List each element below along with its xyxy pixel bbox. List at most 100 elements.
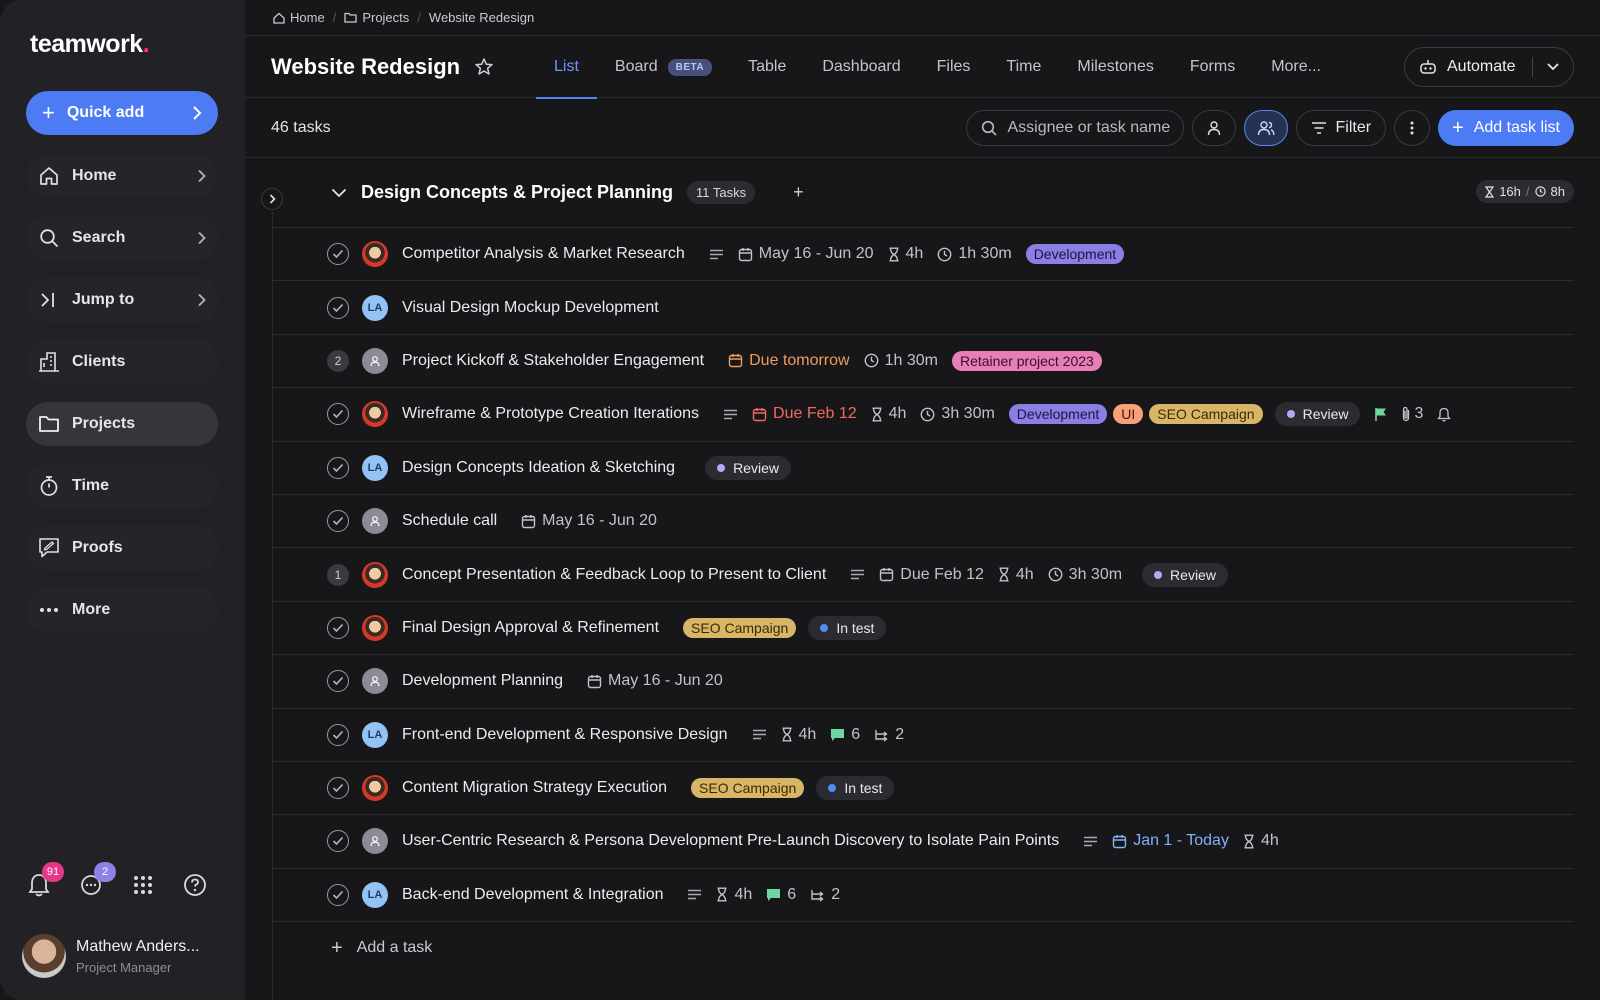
sidebar-item-projects[interactable]: Projects	[26, 402, 218, 446]
task-date[interactable]: May 16 - Jun 20	[587, 672, 723, 690]
tab-table[interactable]: Table	[730, 36, 804, 98]
search-input[interactable]	[1007, 119, 1178, 137]
tab-forms[interactable]: Forms	[1172, 36, 1253, 98]
notifications-button[interactable]: 91	[26, 862, 64, 898]
avatar[interactable]	[362, 775, 388, 802]
tag[interactable]: SEO Campaign	[1149, 404, 1263, 425]
tab-more[interactable]: More...	[1253, 36, 1339, 98]
table-row[interactable]: LA Back-end Development & Integration 4h 6 2	[271, 869, 1574, 923]
task-date[interactable]: May 16 - Jun 20	[738, 245, 874, 263]
search-box[interactable]	[966, 110, 1185, 146]
avatar[interactable]: LA	[362, 294, 388, 321]
status-badge[interactable]: In test	[808, 615, 887, 640]
task-name[interactable]: Schedule call	[402, 512, 497, 530]
complete-checkbox[interactable]	[327, 456, 349, 479]
breadcrumb-projects[interactable]: Projects	[344, 10, 409, 25]
table-row[interactable]: User-Centric Research & Persona Developm…	[271, 815, 1574, 869]
tab-dashboard[interactable]: Dashboard	[804, 36, 918, 98]
task-dependencies[interactable]: 2	[810, 886, 840, 904]
complete-checkbox[interactable]	[327, 510, 349, 533]
complete-checkbox[interactable]	[327, 296, 349, 319]
complete-checkbox[interactable]	[327, 777, 349, 800]
flag-icon[interactable]	[1374, 407, 1387, 422]
task-due-date[interactable]: Due Feb 12	[879, 566, 984, 584]
subtask-count[interactable]: 2	[327, 349, 349, 372]
logo[interactable]: teamwork.	[30, 30, 150, 59]
everyone-tasks-toggle[interactable]	[1244, 110, 1289, 146]
my-tasks-toggle[interactable]	[1192, 110, 1237, 146]
task-name[interactable]: Project Kickoff & Stakeholder Engagement	[402, 352, 704, 370]
add-task-in-list-button[interactable]: +	[793, 182, 804, 203]
tab-files[interactable]: Files	[919, 36, 989, 98]
table-row[interactable]: Content Migration Strategy Execution SEO …	[271, 762, 1574, 816]
complete-checkbox[interactable]	[327, 243, 349, 266]
avatar-placeholder[interactable]	[362, 668, 388, 695]
avatar-placeholder[interactable]	[362, 508, 388, 535]
table-row[interactable]: Competitor Analysis & Market Research May…	[271, 228, 1574, 282]
avatar-placeholder[interactable]	[362, 828, 388, 855]
tag[interactable]: SEO Campaign	[691, 778, 805, 799]
user-profile[interactable]: Mathew Anders... Project Manager	[22, 934, 200, 978]
filter-button[interactable]: Filter	[1296, 110, 1387, 146]
avatar-placeholder[interactable]	[362, 347, 388, 374]
bell-icon[interactable]	[1437, 407, 1452, 422]
sidebar-item-more[interactable]: More	[26, 588, 218, 632]
table-row[interactable]: Final Design Approval & Refinement SEO Ca…	[271, 602, 1574, 656]
table-row[interactable]: Development Planning May 16 - Jun 20	[271, 655, 1574, 709]
avatar[interactable]: LA	[362, 721, 388, 748]
sidebar-item-proofs[interactable]: Proofs	[26, 526, 218, 570]
avatar[interactable]: LA	[362, 454, 388, 481]
task-name[interactable]: Content Migration Strategy Execution	[402, 779, 667, 797]
table-row[interactable]: LA Design Concepts Ideation & Sketching Re…	[271, 442, 1574, 495]
task-name[interactable]: Visual Design Mockup Development	[402, 299, 659, 317]
table-row[interactable]: LA Visual Design Mockup Development	[271, 281, 1574, 335]
tab-milestones[interactable]: Milestones	[1059, 36, 1171, 98]
task-name[interactable]: Concept Presentation & Feedback Loop to …	[402, 566, 826, 584]
add-task-list-button[interactable]: + Add task list	[1438, 110, 1574, 146]
task-attachments[interactable]: 3	[1401, 405, 1423, 423]
tag[interactable]: Development	[1008, 404, 1108, 425]
tag[interactable]: Development	[1025, 244, 1125, 265]
subtask-count[interactable]: 1	[327, 563, 349, 586]
sidebar-item-jump-to[interactable]: Jump to	[26, 278, 218, 322]
sidebar-item-time[interactable]: Time	[26, 464, 218, 508]
status-badge[interactable]: In test	[816, 776, 895, 801]
complete-checkbox[interactable]	[327, 723, 349, 746]
complete-checkbox[interactable]	[327, 883, 349, 906]
tab-board[interactable]: Board BETA	[597, 36, 730, 98]
avatar[interactable]	[362, 561, 388, 588]
tag[interactable]: UI	[1113, 404, 1144, 425]
task-name[interactable]: Final Design Approval & Refinement	[402, 619, 659, 637]
more-options-button[interactable]	[1394, 110, 1431, 146]
complete-checkbox[interactable]	[327, 670, 349, 693]
help-button[interactable]	[182, 872, 208, 898]
quick-add-button[interactable]: + Quick add	[26, 91, 218, 135]
task-date[interactable]: May 16 - Jun 20	[521, 512, 657, 530]
task-list-title[interactable]: Design Concepts & Project Planning	[361, 182, 673, 203]
task-comments[interactable]: 6	[766, 886, 796, 904]
sidebar-item-search[interactable]: Search	[26, 216, 218, 260]
tag[interactable]: Retainer project 2023	[951, 350, 1102, 371]
chat-button[interactable]: 2	[78, 862, 116, 898]
status-badge[interactable]: Review	[1274, 402, 1361, 427]
tag[interactable]: SEO Campaign	[683, 617, 797, 638]
chevron-down-icon[interactable]	[1547, 63, 1559, 71]
tab-time[interactable]: Time	[988, 36, 1059, 98]
sidebar-item-clients[interactable]: Clients	[26, 340, 218, 384]
task-comments[interactable]: 6	[830, 726, 860, 744]
task-name[interactable]: Design Concepts Ideation & Sketching	[402, 459, 675, 477]
task-name[interactable]: User-Centric Research & Persona Developm…	[402, 832, 1059, 850]
breadcrumb-home[interactable]: Home	[273, 10, 325, 25]
task-due-date[interactable]: Jan 1 - Today	[1112, 832, 1229, 850]
avatar[interactable]	[362, 614, 388, 641]
apps-button[interactable]	[130, 872, 156, 898]
avatar[interactable]	[362, 241, 388, 268]
task-name[interactable]: Back-end Development & Integration	[402, 886, 663, 904]
sidebar-item-home[interactable]: Home	[26, 154, 218, 198]
add-a-task-button[interactable]: + Add a task	[271, 922, 1600, 974]
complete-checkbox[interactable]	[327, 830, 349, 853]
task-name[interactable]: Development Planning	[402, 672, 563, 690]
complete-checkbox[interactable]	[327, 616, 349, 639]
task-name[interactable]: Competitor Analysis & Market Research	[402, 245, 685, 263]
status-badge[interactable]: Review	[1142, 562, 1228, 587]
